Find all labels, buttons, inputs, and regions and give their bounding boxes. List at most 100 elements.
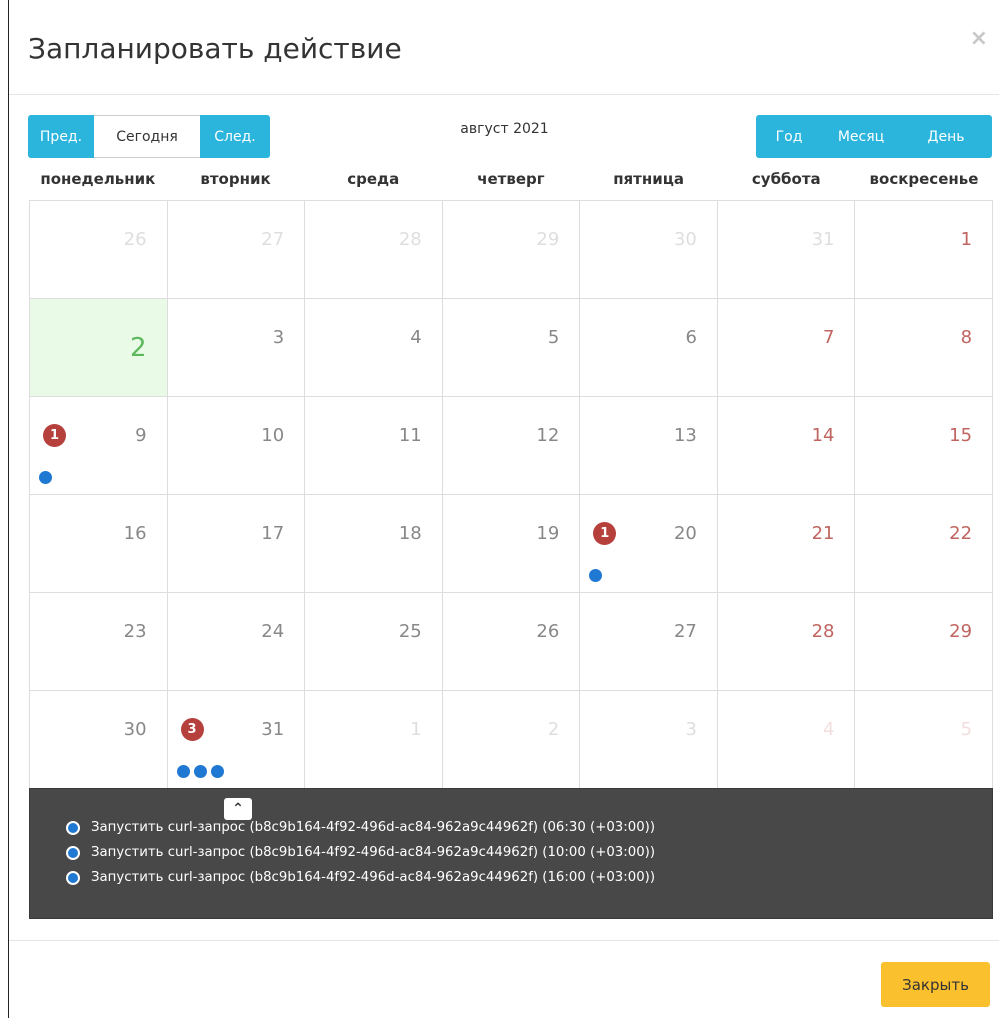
day-cell[interactable]: 23 (30, 593, 168, 691)
day-cell[interactable]: 1 (855, 201, 994, 299)
event-item[interactable]: Запустить curl-запрос (b8c9b164-4f92-496… (66, 865, 655, 890)
day-cell[interactable]: 27 (580, 593, 718, 691)
footer-divider (9, 940, 999, 941)
day-cell[interactable]: 91 (30, 397, 168, 495)
day-number: 25 (398, 621, 422, 642)
day-number: 15 (949, 425, 973, 446)
day-cell[interactable]: 11 (305, 397, 443, 495)
day-cell[interactable]: 2 (442, 691, 581, 789)
event-item[interactable]: Запустить curl-запрос (b8c9b164-4f92-496… (66, 815, 655, 840)
event-dots (39, 471, 52, 484)
weekday-header: понедельник вторник среда четверг пятница суб… (29, 170, 993, 198)
day-cell[interactable]: 31 (717, 201, 856, 299)
event-dot-icon[interactable] (176, 765, 190, 778)
day-number: 14 (811, 425, 835, 446)
day-cell[interactable]: 6 (580, 299, 718, 397)
event-count-badge[interactable]: 1 (593, 522, 617, 545)
day-number: 22 (949, 523, 973, 544)
view-button-group: Год Месяц День (756, 115, 992, 158)
day-cell[interactable]: 8 (855, 299, 994, 397)
day-cell[interactable]: 4 (305, 299, 443, 397)
day-cell[interactable]: 14 (717, 397, 856, 495)
day-cell[interactable]: 24 (167, 593, 306, 691)
event-dot-icon (66, 820, 80, 835)
day-number: 3 (685, 719, 697, 740)
day-cell[interactable]: 13 (580, 397, 718, 495)
day-number: 24 (261, 621, 285, 642)
day-number: 28 (811, 621, 835, 642)
day-cell[interactable]: 3 (580, 691, 718, 789)
day-cell[interactable]: 15 (855, 397, 994, 495)
day-number: 26 (123, 229, 147, 250)
event-dots (589, 569, 603, 582)
day-cell[interactable]: 10 (167, 397, 306, 495)
day-cell[interactable]: 19 (442, 495, 581, 593)
day-cell[interactable]: 27 (167, 201, 306, 299)
event-dot-icon (66, 870, 80, 885)
day-cell[interactable]: 29 (442, 201, 581, 299)
day-cell[interactable]: 2 (30, 299, 168, 397)
events-popover: Запустить curl-запрос (b8c9b164-4f92-496… (29, 788, 993, 919)
day-cell[interactable]: 28 (717, 593, 856, 691)
day-number: 2 (130, 333, 147, 363)
event-dots (176, 765, 224, 778)
day-number: 4 (823, 719, 835, 740)
weekday-label: понедельник (40, 170, 156, 188)
day-cell[interactable]: 5 (855, 691, 994, 789)
month-grid: 26 27 28 29 30 31 1 2 3 4 5 6 7 8 9 1 10 11 12 13 14 15 16 17 18… (29, 200, 994, 789)
day-number: 19 (536, 523, 560, 544)
event-dot-icon[interactable] (193, 765, 207, 778)
day-cell[interactable]: 31 3 (167, 691, 306, 789)
day-cell[interactable]: 30 (580, 201, 718, 299)
day-number: 31 (811, 229, 835, 250)
day-cell[interactable]: 20 1 (580, 495, 718, 593)
day-cell[interactable]: 29 (855, 593, 994, 691)
day-cell[interactable]: 5 (442, 299, 581, 397)
month-view-button[interactable]: Месяц (822, 115, 900, 158)
day-number: 5 (960, 719, 973, 740)
event-label: Запустить curl-запрос (b8c9b164-4f92-496… (91, 820, 656, 835)
day-cell[interactable]: 26 (442, 593, 581, 691)
event-list: Запустить curl-запрос (b8c9b164-4f92-496… (66, 815, 655, 890)
day-number: 20 (673, 523, 697, 544)
year-view-button[interactable]: Год (756, 115, 822, 158)
day-number: 4 (410, 327, 422, 348)
day-cell[interactable]: 16 (30, 495, 168, 593)
day-cell[interactable]: 25 (305, 593, 443, 691)
collapse-caret-icon[interactable]: ⌃ (224, 798, 252, 820)
close-button[interactable]: Закрыть (881, 962, 990, 1007)
day-number: 18 (398, 523, 422, 544)
week-row: 30 31 3 1 2 3 4 5 (30, 691, 994, 789)
event-dot-icon (66, 845, 80, 860)
event-dot-icon[interactable] (39, 471, 52, 484)
day-number: 23 (123, 621, 147, 642)
day-view-button[interactable]: День (900, 115, 992, 158)
day-cell[interactable]: 28 (305, 201, 443, 299)
day-cell[interactable]: 1 (305, 691, 443, 789)
day-cell[interactable]: 4 (717, 691, 856, 789)
day-cell[interactable]: 17 (167, 495, 306, 593)
event-label: Запустить curl-запрос (b8c9b164-4f92-496… (91, 870, 656, 885)
schedule-action-modal: Запланировать действие × Пред. Сегодня С… (8, 0, 999, 1018)
day-number: 21 (811, 523, 835, 544)
day-number: 8 (960, 327, 973, 348)
week-row: 9 1 10 11 12 13 14 15 (30, 397, 994, 495)
day-cell[interactable]: 12 (442, 397, 581, 495)
day-cell[interactable]: 26 (30, 201, 168, 299)
event-count-badge[interactable]: 3 (180, 718, 204, 741)
day-cell[interactable]: 3 (167, 299, 306, 397)
day-cell[interactable]: 21 (717, 495, 856, 593)
event-dot-icon[interactable] (210, 765, 224, 778)
day-number: 29 (536, 229, 560, 250)
event-count-badge[interactable]: 1 (43, 424, 66, 447)
day-number: 17 (261, 523, 285, 544)
day-number: 29 (949, 621, 973, 642)
day-cell[interactable]: 22 (855, 495, 994, 593)
event-dot-icon[interactable] (589, 569, 603, 582)
day-cell[interactable]: 7 (717, 299, 856, 397)
day-number: 16 (123, 523, 147, 544)
day-cell[interactable]: 18 (305, 495, 443, 593)
close-icon[interactable]: × (970, 26, 988, 51)
event-item[interactable]: Запустить curl-запрос (b8c9b164-4f92-496… (66, 840, 655, 865)
day-cell[interactable]: 30 (30, 691, 168, 789)
